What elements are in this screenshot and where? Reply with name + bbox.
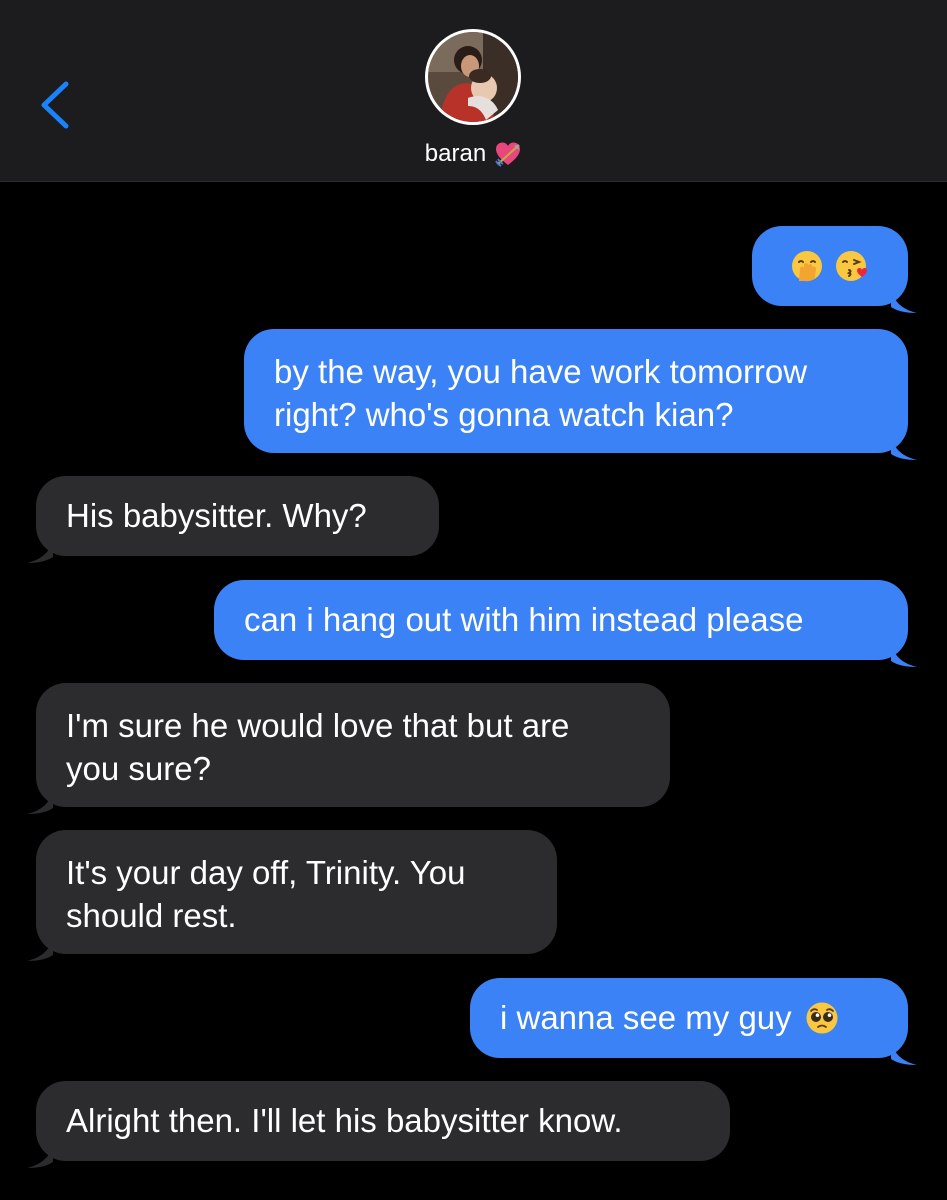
message-text: can i hang out with him instead please	[244, 601, 804, 638]
message-text-row: i wanna see my guy	[500, 996, 908, 1045]
heart-with-arrow-icon	[494, 140, 522, 168]
message-bubble-received[interactable]: His babysitter. Why?	[27, 476, 439, 563]
bubble-tail	[891, 280, 917, 313]
chevron-left-icon	[28, 72, 84, 136]
message-text: you sure?	[66, 750, 211, 787]
message-text: by the way, you have work tomorrow	[274, 353, 808, 390]
pleading-face-icon	[805, 1001, 839, 1045]
contact-avatar[interactable]	[425, 29, 521, 125]
message-text: His babysitter. Why?	[66, 497, 367, 534]
bubble-tail	[27, 530, 53, 563]
message-text: Alright then. I'll let his babysitter kn…	[66, 1102, 623, 1139]
contact-name-button[interactable]: baran	[0, 138, 947, 170]
face-blowing-kiss-icon	[835, 250, 869, 282]
face-with-hand-over-mouth-icon	[791, 250, 823, 282]
message-text: should rest.	[66, 897, 237, 934]
message-bubble-sent[interactable]: can i hang out with him instead please	[214, 580, 917, 667]
back-button[interactable]	[28, 72, 84, 136]
bubble-tail	[891, 1032, 917, 1065]
message-bubble-sent[interactable]	[752, 226, 917, 313]
message-text: i wanna see my guy	[500, 999, 792, 1036]
bubble-tail	[27, 1135, 53, 1168]
bubble-tail	[27, 928, 53, 961]
message-bubble-sent[interactable]: by the way, you have work tomorrow right…	[244, 329, 917, 460]
message-text: right? who's gonna watch kian?	[274, 396, 734, 433]
bubble-tail	[27, 781, 53, 814]
message-text: I'm sure he would love that but are	[66, 707, 570, 744]
message-text: It's your day off, Trinity. You	[66, 854, 466, 891]
message-bubble-received[interactable]: It's your day off, Trinity. You should r…	[27, 830, 557, 961]
avatar-photo	[428, 32, 518, 122]
conversation-header: baran	[0, 0, 947, 182]
message-bubble-received[interactable]: Alright then. I'll let his babysitter kn…	[27, 1081, 730, 1168]
message-bubble-received[interactable]: I'm sure he would love that but are you …	[27, 683, 670, 814]
contact-name: baran	[424, 140, 487, 167]
bubble-tail	[891, 427, 917, 460]
bubble-tail	[891, 634, 917, 667]
message-bubble-sent[interactable]: i wanna see my guy	[470, 978, 917, 1065]
